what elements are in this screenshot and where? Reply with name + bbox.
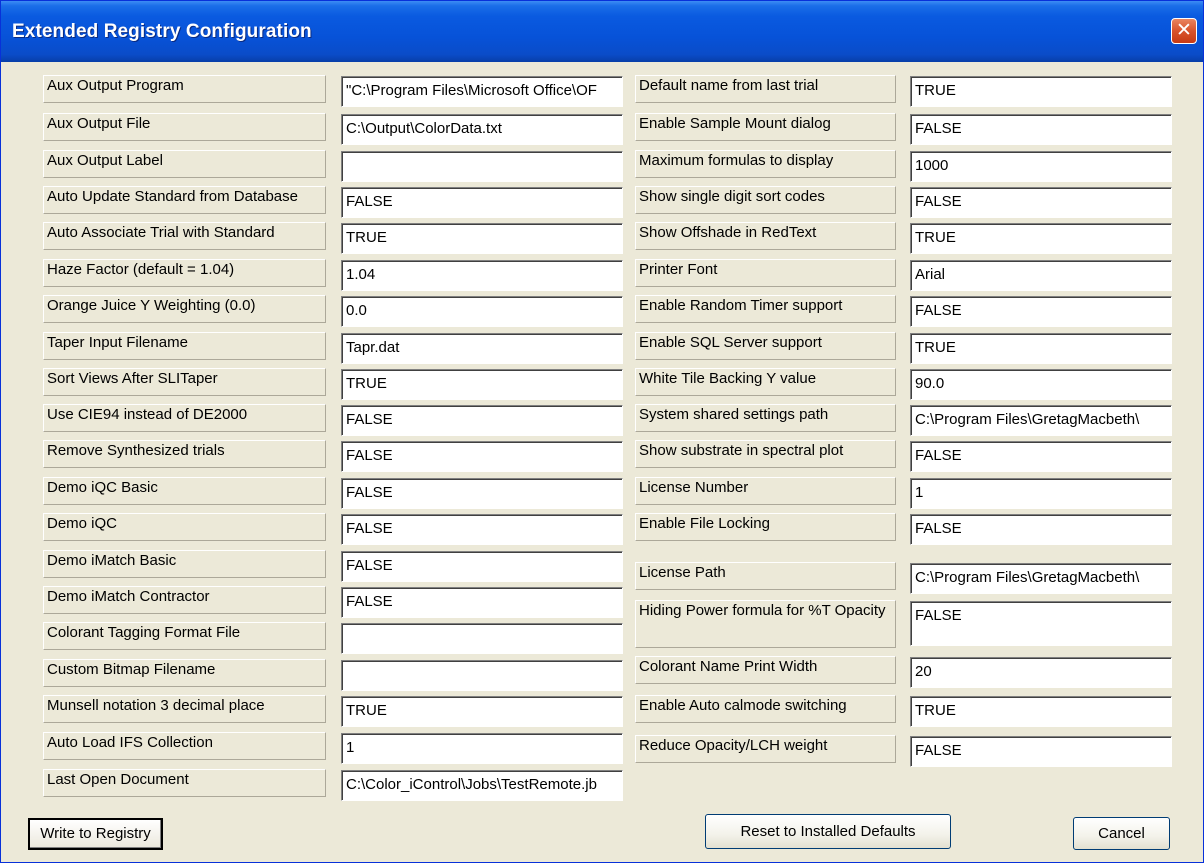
left-label-auto-load-ifs-collection: Auto Load IFS Collection: [43, 732, 326, 760]
left-label-auto-update-standard-from-database: Auto Update Standard from Database: [43, 186, 326, 214]
dialog-window: Extended Registry Configuration ✕ Aux Ou…: [0, 0, 1204, 863]
write-to-registry-button[interactable]: Write to Registry: [28, 818, 163, 850]
left-label-last-open-document: Last Open Document: [43, 769, 326, 797]
left-label-demo-imatch-basic: Demo iMatch Basic: [43, 550, 326, 578]
left-label-munsell-notation-3-decimal-place: Munsell notation 3 decimal place: [43, 695, 326, 723]
title-bar[interactable]: Extended Registry Configuration ✕: [1, 1, 1203, 62]
left-field-aux-output-file[interactable]: C:\Output\ColorData.txt: [341, 114, 623, 145]
left-field-aux-output-program[interactable]: "C:\Program Files\Microsoft Office\OF: [341, 76, 623, 107]
left-label-demo-iqc-basic: Demo iQC Basic: [43, 477, 326, 505]
left-field-demo-iqc-basic[interactable]: FALSE: [341, 478, 623, 509]
left-label-demo-imatch-contractor: Demo iMatch Contractor: [43, 586, 326, 614]
left-field-demo-imatch-basic[interactable]: FALSE: [341, 551, 623, 582]
left-field-custom-bitmap-filename[interactable]: [341, 660, 623, 691]
left-field-auto-update-standard-from-database[interactable]: FALSE: [341, 187, 623, 218]
right-field-enable-sample-mount-dialog[interactable]: FALSE: [910, 114, 1172, 145]
left-label-auto-associate-trial-with-standard: Auto Associate Trial with Standard: [43, 222, 326, 250]
right-field-printer-font[interactable]: Arial: [910, 260, 1172, 291]
left-label-sort-views-after-slitaper: Sort Views After SLITaper: [43, 368, 326, 396]
left-field-taper-input-filename[interactable]: Tapr.dat: [341, 333, 623, 364]
right-label-system-shared-settings-path: System shared settings path: [635, 404, 896, 432]
left-field-auto-associate-trial-with-standard[interactable]: TRUE: [341, 223, 623, 254]
left-field-demo-iqc[interactable]: FALSE: [341, 514, 623, 545]
left-label-colorant-tagging-format-file: Colorant Tagging Format File: [43, 622, 326, 650]
left-label-haze-factor-default-1-04: Haze Factor (default = 1.04): [43, 259, 326, 287]
right-field-enable-file-locking[interactable]: FALSE: [910, 514, 1172, 545]
right-field-white-tile-backing-y-value[interactable]: 90.0: [910, 369, 1172, 400]
right-label-enable-auto-calmode-switching: Enable Auto calmode switching: [635, 695, 896, 723]
right-label-hiding-power-formula-for-t-opacity: Hiding Power formula for %T Opacity: [635, 600, 896, 648]
right-label-enable-sample-mount-dialog: Enable Sample Mount dialog: [635, 113, 896, 141]
right-field-license-number[interactable]: 1: [910, 478, 1172, 509]
left-label-taper-input-filename: Taper Input Filename: [43, 332, 326, 360]
right-label-enable-sql-server-support: Enable SQL Server support: [635, 332, 896, 360]
right-label-white-tile-backing-y-value: White Tile Backing Y value: [635, 368, 896, 396]
right-field-license-path[interactable]: C:\Program Files\GretagMacbeth\: [910, 563, 1172, 594]
reset-defaults-button[interactable]: Reset to Installed Defaults: [705, 814, 951, 849]
left-field-colorant-tagging-format-file[interactable]: [341, 623, 623, 654]
left-label-use-cie94-instead-of-de2000: Use CIE94 instead of DE2000: [43, 404, 326, 432]
dialog-body: Aux Output Program "C:\Program Files\Micr…: [5, 62, 1201, 860]
right-field-show-single-digit-sort-codes[interactable]: FALSE: [910, 187, 1172, 218]
right-field-maximum-formulas-to-display[interactable]: 1000: [910, 151, 1172, 182]
left-label-orange-juice-y-weighting-0-0: Orange Juice Y Weighting (0.0): [43, 295, 326, 323]
left-field-sort-views-after-slitaper[interactable]: TRUE: [341, 369, 623, 400]
left-label-aux-output-program: Aux Output Program: [43, 75, 326, 103]
right-label-enable-random-timer-support: Enable Random Timer support: [635, 295, 896, 323]
window-title: Extended Registry Configuration: [12, 21, 312, 42]
right-label-show-substrate-in-spectral-plot: Show substrate in spectral plot: [635, 440, 896, 468]
right-label-license-number: License Number: [635, 477, 896, 505]
right-field-enable-sql-server-support[interactable]: TRUE: [910, 333, 1172, 364]
left-field-use-cie94-instead-of-de2000[interactable]: FALSE: [341, 405, 623, 436]
right-field-system-shared-settings-path[interactable]: C:\Program Files\GretagMacbeth\: [910, 405, 1172, 436]
right-label-maximum-formulas-to-display: Maximum formulas to display: [635, 150, 896, 178]
left-label-aux-output-label: Aux Output Label: [43, 150, 326, 178]
left-label-demo-iqc: Demo iQC: [43, 513, 326, 541]
right-label-show-offshade-in-redtext: Show Offshade in RedText: [635, 222, 896, 250]
right-label-reduce-opacity-lch-weight: Reduce Opacity/LCH weight: [635, 735, 896, 763]
left-label-remove-synthesized-trials: Remove Synthesized trials: [43, 440, 326, 468]
left-label-aux-output-file: Aux Output File: [43, 113, 326, 141]
right-label-colorant-name-print-width: Colorant Name Print Width: [635, 656, 896, 684]
left-field-munsell-notation-3-decimal-place[interactable]: TRUE: [341, 696, 623, 727]
cancel-button[interactable]: Cancel: [1073, 817, 1170, 850]
left-field-aux-output-label[interactable]: [341, 151, 623, 182]
right-label-enable-file-locking: Enable File Locking: [635, 513, 896, 541]
left-field-haze-factor-default-1-04[interactable]: 1.04: [341, 260, 623, 291]
right-field-colorant-name-print-width[interactable]: 20: [910, 657, 1172, 688]
right-field-show-offshade-in-redtext[interactable]: TRUE: [910, 223, 1172, 254]
left-field-auto-load-ifs-collection[interactable]: 1: [341, 733, 623, 764]
right-label-show-single-digit-sort-codes: Show single digit sort codes: [635, 186, 896, 214]
right-field-default-name-from-last-trial[interactable]: TRUE: [910, 76, 1172, 107]
left-field-remove-synthesized-trials[interactable]: FALSE: [341, 441, 623, 472]
left-field-last-open-document[interactable]: C:\Color_iControl\Jobs\TestRemote.jb: [341, 770, 623, 801]
right-field-hiding-power-formula-for-t-opacity[interactable]: FALSE: [910, 601, 1172, 646]
left-field-demo-imatch-contractor[interactable]: FALSE: [341, 587, 623, 618]
right-field-reduce-opacity-lch-weight[interactable]: FALSE: [910, 736, 1172, 767]
right-field-enable-random-timer-support[interactable]: FALSE: [910, 296, 1172, 327]
close-icon[interactable]: ✕: [1171, 18, 1197, 44]
right-field-enable-auto-calmode-switching[interactable]: TRUE: [910, 696, 1172, 727]
right-field-show-substrate-in-spectral-plot[interactable]: FALSE: [910, 441, 1172, 472]
left-label-custom-bitmap-filename: Custom Bitmap Filename: [43, 659, 326, 687]
right-label-license-path: License Path: [635, 562, 896, 590]
left-field-orange-juice-y-weighting-0-0[interactable]: 0.0: [341, 296, 623, 327]
right-label-default-name-from-last-trial: Default name from last trial: [635, 75, 896, 103]
right-label-printer-font: Printer Font: [635, 259, 896, 287]
